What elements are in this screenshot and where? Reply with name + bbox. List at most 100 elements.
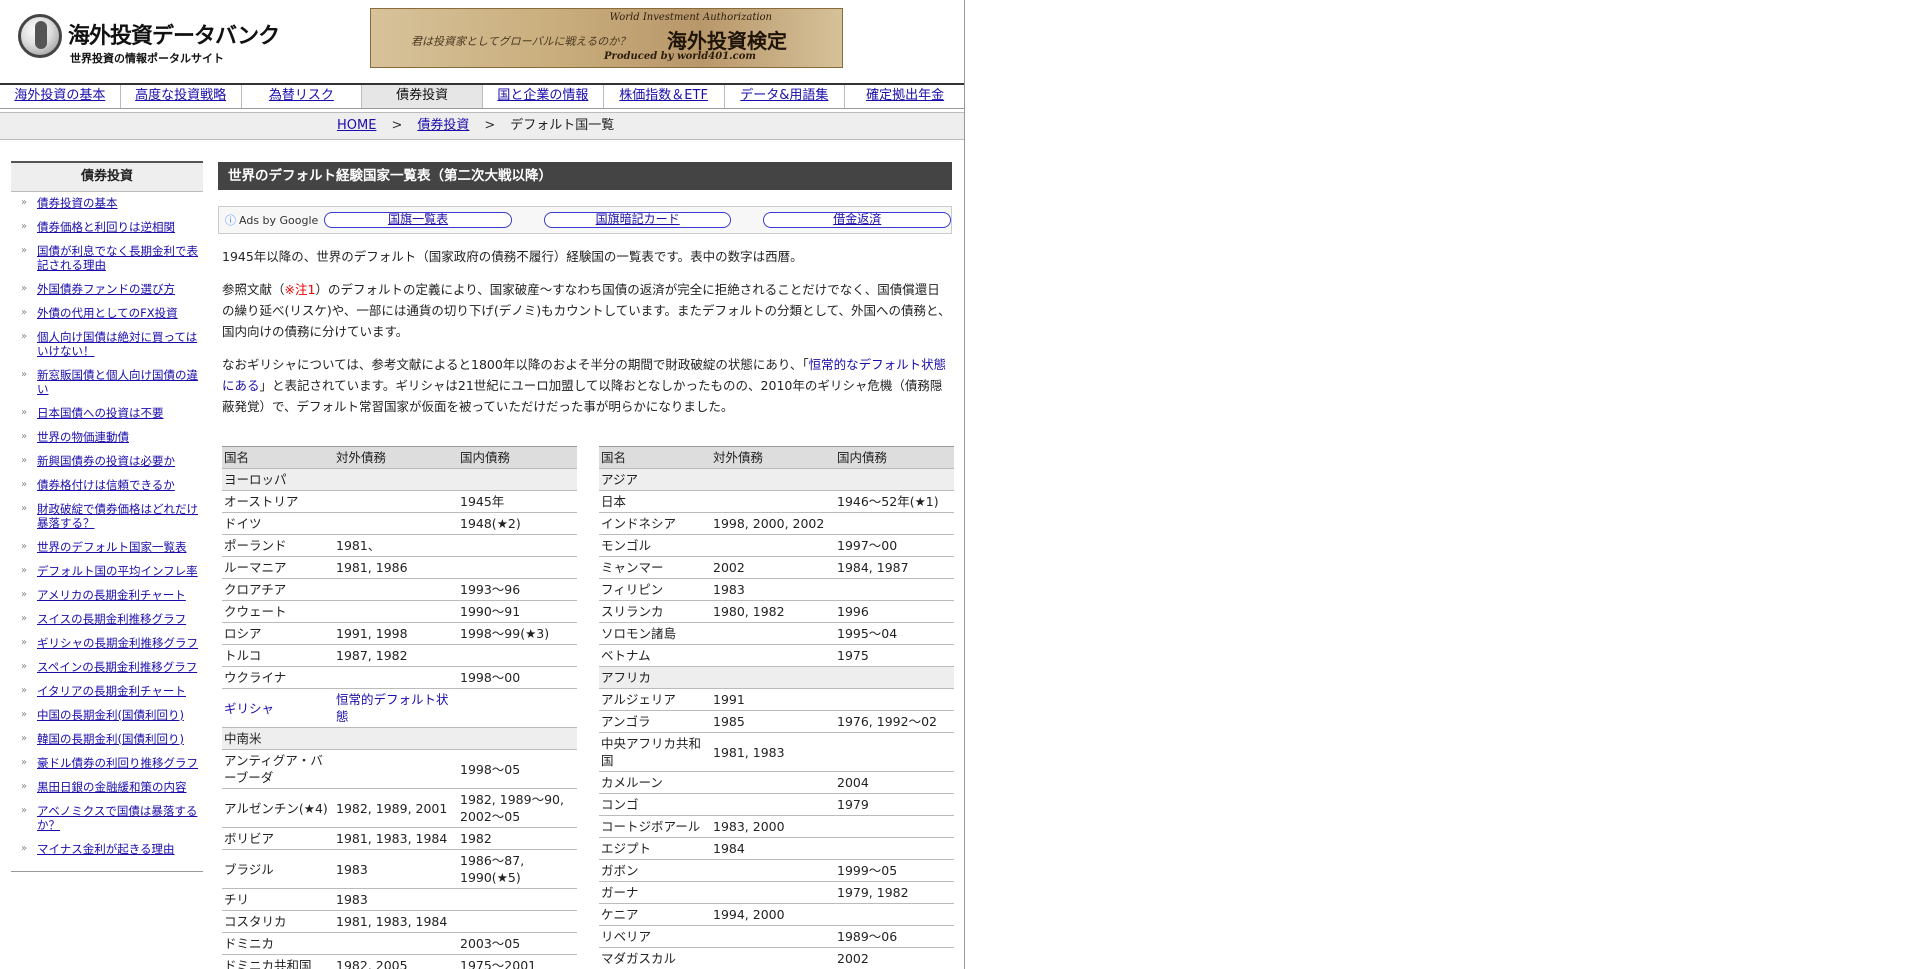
sidebar-link[interactable]: 債券投資の基本 [37, 196, 118, 210]
sidebar-link[interactable]: デフォルト国の平均インフレ率 [37, 564, 198, 578]
external-debt[interactable]: 恒常的デフォルト状態 [334, 688, 458, 728]
region-row: アフリカ [599, 666, 954, 689]
sidebar-link[interactable]: スペインの長期金利推移グラフ [37, 660, 197, 674]
sidebar-link[interactable]: 豪ドル債券の利回り推移グラフ [37, 756, 198, 770]
sidebar-link[interactable]: 財政破綻で債券価格はどれだけ暴落する？ [37, 502, 198, 530]
table-row: ドミニカ 2003～05 [222, 932, 577, 955]
domestic-debt: 1945年 [458, 490, 577, 513]
external-debt: 1985 [711, 710, 835, 733]
external-debt [334, 578, 458, 601]
sidebar: 債券投資 » 債券投資の基本 » 債券価格と利回りは逆相関 » 国債が利息でなく長期金利で… [11, 161, 203, 872]
external-debt [711, 859, 835, 882]
double-chevron-icon: » [21, 455, 28, 466]
nav-item[interactable]: 為替リスク [241, 85, 363, 108]
nav-item[interactable]: 国と企業の情報 [483, 85, 604, 108]
ad-link-debt[interactable]: 借金返済 [763, 212, 952, 228]
sidebar-link[interactable]: 日本国債への投資は不要 [37, 406, 164, 420]
nav-item[interactable]: 高度な投資戦略 [120, 85, 242, 108]
ads-label[interactable]: ⓘ Ads by Google [225, 212, 318, 228]
sidebar-link[interactable]: スイスの長期金利推移グラフ [37, 612, 186, 626]
table-row: コートジボアール 1983, 2000 [599, 815, 954, 838]
domestic-debt [835, 815, 954, 838]
country-name[interactable]: ギリシャ [222, 688, 334, 728]
double-chevron-icon: » [21, 541, 28, 552]
country-name: アルゼンチン(★4) [222, 788, 334, 828]
country-name: 中央アフリカ共和国 [599, 732, 711, 772]
double-chevron-icon: » [21, 805, 28, 816]
domestic-debt: 1946～52年(★1) [835, 490, 954, 513]
sidebar-link[interactable]: 国債が利息でなく長期金利で表記される理由 [37, 244, 198, 272]
breadcrumb-separator: > [484, 118, 496, 133]
double-chevron-icon: » [21, 331, 28, 342]
double-chevron-icon: » [21, 407, 28, 418]
default-table-right: 国名 対外債務 国内債務 アジア 日本 1946～52年(★1) インドネシア 1998, 2… [599, 446, 954, 969]
breadcrumb-parent-link[interactable]: 債券投資 [417, 118, 469, 133]
nav-item[interactable]: 海外投資の基本 [0, 85, 121, 108]
external-debt: 1994, 2000 [711, 903, 835, 926]
sidebar-item: » 債券価格と利回りは逆相関 [11, 219, 203, 237]
sidebar-item: » 債券格付けは信頼できるか [11, 477, 203, 495]
sidebar-link[interactable]: 世界のデフォルト国家一覧表 [37, 540, 187, 554]
sidebar-link[interactable]: 新興国債券の投資は必要か [37, 454, 175, 468]
sidebar-link[interactable]: 債券価格と利回りは逆相関 [37, 220, 175, 234]
table-row: モンゴル 1997～00 [599, 534, 954, 557]
ad-link-flags[interactable]: 国旗一覧表 [324, 212, 512, 228]
sidebar-link[interactable]: 外債の代用としてのFX投資 [37, 306, 178, 320]
ad-link-flag-cards[interactable]: 国旗暗記カード [543, 212, 732, 228]
table-row: ドイツ 1948(★2) [222, 512, 577, 535]
breadcrumb-home-link[interactable]: HOME [337, 118, 376, 133]
country-name: アンゴラ [599, 710, 711, 733]
sidebar-link[interactable]: アメリカの長期金利チャート [37, 588, 186, 602]
domestic-debt [458, 910, 577, 933]
nav-item[interactable]: 株価指数＆ETF [603, 85, 725, 108]
sidebar-link[interactable]: 中国の長期金利(国債利回り) [37, 708, 184, 722]
definition-paragraph: 参照文献（※注1）のデフォルトの定義により、国家破産～すなわち国債の返済が完全に… [222, 279, 952, 342]
region-name: アジア [599, 468, 954, 491]
double-chevron-icon: » [21, 479, 28, 490]
table-row: ボリビア 1981, 1983, 1984 1982 [222, 827, 577, 850]
nav-item[interactable]: データ&用語集 [724, 85, 846, 108]
banner-tagline: 君は投資家としてグローバルに戦えるのか？ [411, 35, 631, 48]
external-debt: 1982, 2005 [334, 954, 458, 969]
sidebar-link[interactable]: 韓国の長期金利(国債利回り) [37, 732, 184, 746]
country-name: ドミニカ [222, 932, 334, 955]
external-debt [711, 925, 835, 948]
double-chevron-icon: » [21, 283, 28, 294]
sidebar-link[interactable]: 外国債券ファンドの選び方 [37, 282, 175, 296]
greece-paragraph: なおギリシャについては、参考文献によると1800年以降のおよそ半分の期間で財政破… [222, 354, 952, 417]
sidebar-item: » アメリカの長期金利チャート [11, 587, 203, 605]
sidebar-item: » 世界のデフォルト国家一覧表 [11, 539, 203, 557]
sidebar-link[interactable]: マイナス金利が起きる理由 [37, 842, 175, 856]
sidebar-item: » 中国の長期金利(国債利回り) [11, 707, 203, 725]
external-debt [334, 749, 458, 789]
domestic-debt[interactable] [458, 688, 577, 728]
external-debt [711, 490, 835, 513]
table-row: ポーランド 1981、 [222, 534, 577, 557]
banner-ad[interactable]: World Investment Authorization 君は投資家としてグ… [370, 8, 843, 68]
sidebar-link[interactable]: 黒田日銀の金融緩和策の内容 [37, 780, 187, 794]
country-name: ドミニカ共和国 [222, 954, 334, 969]
note-ref[interactable]: ※注1 [285, 282, 316, 297]
domestic-debt: 1984, 1987 [835, 556, 954, 579]
nav-item[interactable]: 確定拠出年金 [845, 85, 964, 108]
sidebar-link[interactable]: 債券格付けは信頼できるか [37, 478, 175, 492]
sidebar-link[interactable]: 新窓販国債と個人向け国債の違い [37, 368, 198, 396]
external-debt [711, 881, 835, 904]
nav-item[interactable]: 債券投資 [362, 85, 483, 108]
table-row: マダガスカル 2002 [599, 947, 954, 969]
sidebar-link[interactable]: 世界の物価連動債 [37, 430, 129, 444]
table-row: 日本 1946～52年(★1) [599, 490, 954, 513]
sidebar-link[interactable]: イタリアの長期金利チャート [37, 684, 186, 698]
country-name: ケニア [599, 903, 711, 926]
site-logo[interactable]: 海外投資データバンク 世界投資の情報ポータルサイト [18, 12, 280, 68]
table-row: ドミニカ共和国 1982, 2005 1975～2001 [222, 954, 577, 969]
banner-credit: Produced by world401.com [604, 51, 756, 62]
country-name: トルコ [222, 644, 334, 667]
sidebar-link[interactable]: ギリシャの長期金利推移グラフ [37, 636, 198, 650]
sidebar-item: » スペインの長期金利推移グラフ [11, 659, 203, 677]
domestic-debt: 1995～04 [835, 622, 954, 645]
sidebar-link[interactable]: アベノミクスで国債は暴落するか？ [37, 804, 197, 832]
double-chevron-icon: » [21, 589, 28, 600]
sidebar-link[interactable]: 個人向け国債は絶対に買ってはいけない！ [37, 330, 197, 358]
country-name: モンゴル [599, 534, 711, 557]
